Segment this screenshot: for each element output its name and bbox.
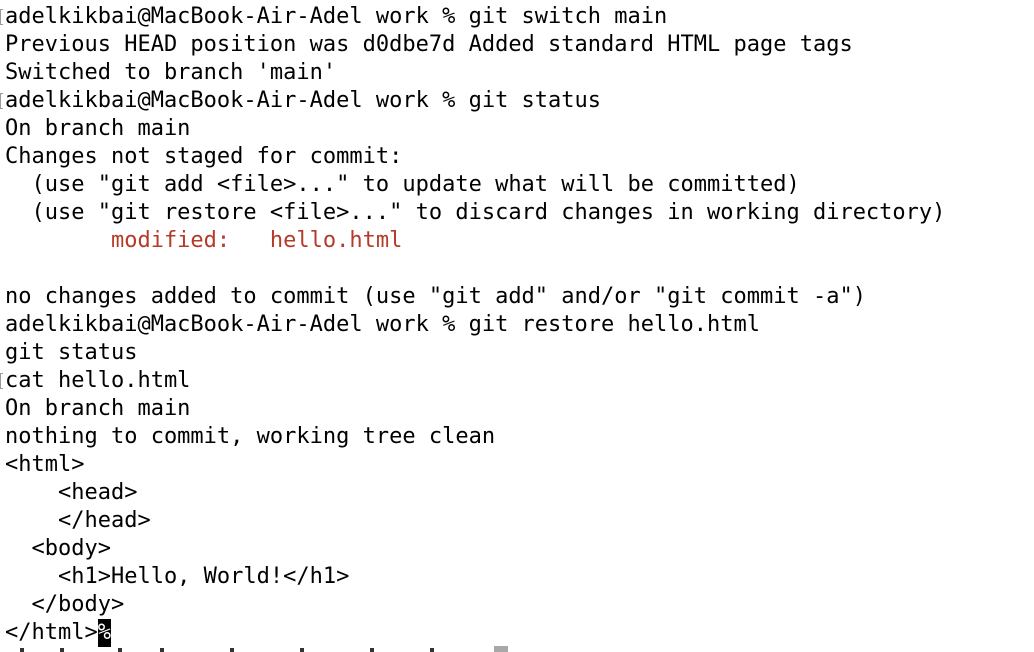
terminal-line: git status (5, 340, 138, 365)
terminal-line: <head> (5, 480, 138, 505)
terminal-line: nothing to commit, working tree clean (5, 424, 496, 449)
terminal-line: Changes not staged for commit: (5, 144, 403, 169)
terminal-line: <body> (5, 536, 111, 561)
terminal-line: (use "git restore <file>..." to discard … (5, 200, 946, 225)
terminal-last-line: </html>% (5, 619, 111, 647)
terminal-line: On branch main (5, 396, 191, 421)
partial-glyph (230, 648, 234, 652)
terminal-line: cat hello.html (5, 368, 191, 393)
terminal-line: no changes added to commit (use "git add… (5, 284, 866, 309)
scrollbar-thumb[interactable] (494, 646, 508, 652)
terminal-line: (use "git add <file>..." to update what … (5, 172, 800, 197)
prompt-mark-2 (0, 93, 3, 109)
partial-glyph (160, 648, 164, 652)
partial-glyph (370, 648, 374, 652)
partial-next-line (0, 646, 500, 652)
terminal-line: adelkikbai@MacBook-Air-Adel work % git s… (5, 88, 602, 113)
terminal-line: <h1>Hello, World!</h1> (5, 564, 350, 589)
terminal-line: <html> (5, 452, 85, 477)
terminal-line: On branch main (5, 116, 191, 141)
terminal-line: </body> (5, 592, 125, 617)
terminal-line: adelkikbai@MacBook-Air-Adel work % git s… (5, 4, 668, 29)
prompt-mark-1 (0, 9, 3, 25)
partial-glyph (60, 648, 64, 652)
prompt-mark-3 (0, 373, 3, 389)
terminal-line: Switched to branch 'main' (5, 60, 337, 85)
terminal-window[interactable]: adelkikbai@MacBook-Air-Adel work % git s… (0, 0, 1034, 652)
partial-glyph (430, 648, 434, 652)
terminal-line: </head> (5, 508, 151, 533)
terminal-line: adelkikbai@MacBook-Air-Adel work % git r… (5, 312, 760, 337)
partial-glyph (118, 648, 122, 652)
terminal-line-text: </html> (5, 620, 98, 645)
modified-file-line: modified: hello.html (5, 228, 403, 253)
text-cursor: % (97, 619, 111, 647)
partial-glyph (20, 648, 24, 652)
terminal-line: Previous HEAD position was d0dbe7d Added… (5, 32, 853, 57)
partial-glyph (300, 648, 304, 652)
